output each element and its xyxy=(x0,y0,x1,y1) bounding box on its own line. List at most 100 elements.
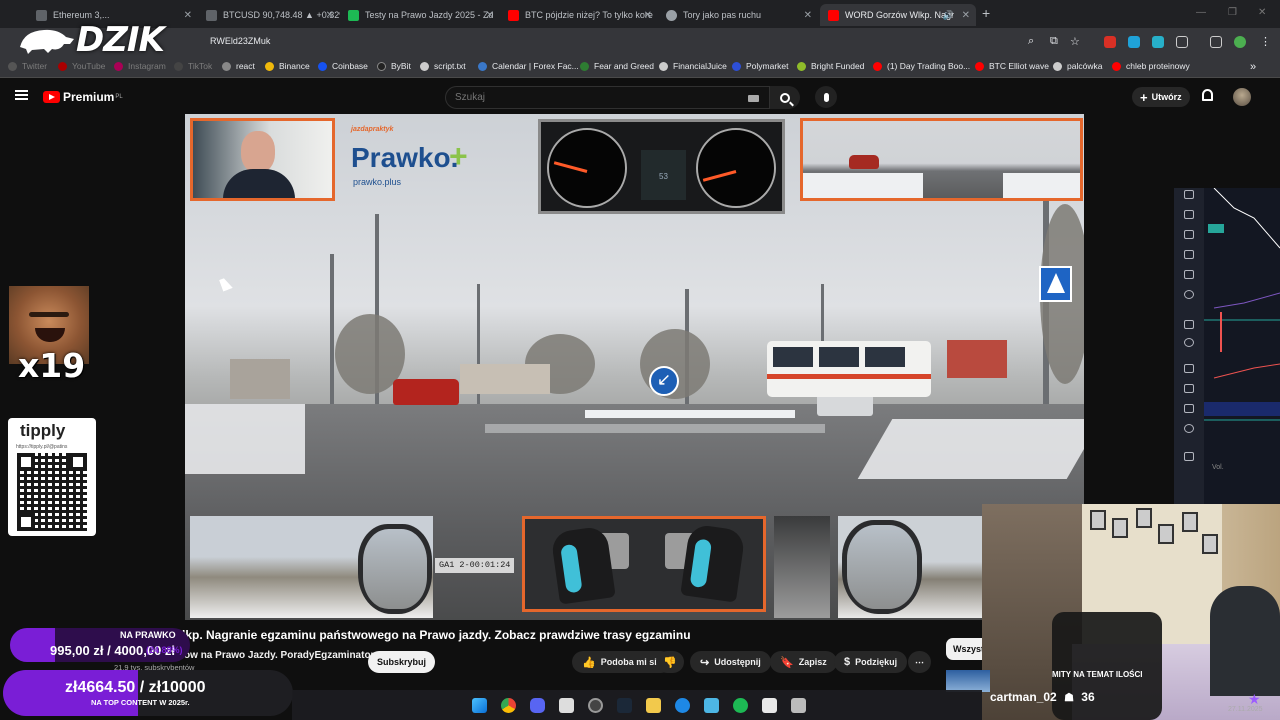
keyboard-icon[interactable] xyxy=(748,95,759,102)
bookmark-item[interactable]: script.txt xyxy=(420,61,466,71)
bookmark-item[interactable]: Bright Funded xyxy=(797,61,864,71)
pedestrian-crossing xyxy=(485,424,825,433)
steam-icon[interactable] xyxy=(617,698,632,713)
more-bookmarks-icon[interactable]: » xyxy=(1250,61,1256,73)
bookmark-item[interactable]: TikTok xyxy=(174,61,212,71)
search-input[interactable] xyxy=(446,87,736,108)
extension-icon[interactable] xyxy=(1152,36,1164,48)
side-mirror xyxy=(842,520,922,614)
browser-tab-active[interactable]: WORD Gorzów Wlkp. Nagr 🔊 ✕ xyxy=(820,4,976,26)
save-button[interactable]: 🔖 Zapisz xyxy=(770,651,837,673)
more-actions-button[interactable]: ⋯ xyxy=(908,651,931,673)
extension-icon[interactable] xyxy=(1104,36,1116,48)
close-tab-icon[interactable]: ✕ xyxy=(184,10,192,21)
search-icon xyxy=(780,92,790,103)
calculator-icon[interactable] xyxy=(791,698,806,713)
bookmark-item[interactable]: react xyxy=(222,61,255,71)
url-field[interactable]: RWEld23ZMuk xyxy=(210,36,270,46)
snow-patch xyxy=(185,404,305,474)
extensions-puzzle-icon[interactable] xyxy=(1176,36,1188,48)
zoom-icon[interactable]: ⌕ xyxy=(1028,35,1034,48)
github-icon xyxy=(420,61,429,71)
new-tab-button[interactable]: + xyxy=(982,5,990,21)
reading-list-icon[interactable] xyxy=(1210,36,1222,48)
bookmark-item[interactable]: Twitter xyxy=(8,61,47,71)
create-button[interactable]: + Utwórz xyxy=(1132,87,1190,107)
gear-shift-camera xyxy=(774,516,830,618)
windows-start-icon[interactable] xyxy=(472,698,487,713)
search-button[interactable] xyxy=(770,86,800,109)
chrome-icon[interactable] xyxy=(501,698,516,713)
youtube-logo[interactable]: Premium PL xyxy=(43,90,123,104)
side-mirror xyxy=(358,524,432,614)
spotify-icon[interactable] xyxy=(733,698,748,713)
qr-corner xyxy=(69,453,87,471)
profile-avatar[interactable] xyxy=(1234,36,1246,48)
minimize-icon[interactable]: — xyxy=(1196,7,1206,18)
subscribe-button[interactable]: Subskrybuj xyxy=(368,651,436,673)
browser-tab[interactable]: BTCUSD 90,748.48 ▲ +0.32% B ✕ xyxy=(198,4,340,26)
bookmark-item[interactable]: Calendar | Forex Fac... xyxy=(478,61,579,71)
qr-corner xyxy=(17,513,35,531)
bookmark-item[interactable]: Polymarket xyxy=(732,61,789,71)
close-tab-icon[interactable]: ✕ xyxy=(644,10,652,21)
close-tab-icon[interactable]: ✕ xyxy=(326,10,334,21)
discord-icon[interactable] xyxy=(530,698,545,713)
app-icon[interactable] xyxy=(762,698,777,713)
extension-icon[interactable] xyxy=(1128,36,1140,48)
bookmark-item[interactable]: BTC Elliot wave xyxy=(975,61,1049,71)
dislike-button[interactable]: 👎 xyxy=(656,651,684,673)
account-avatar[interactable] xyxy=(1233,88,1251,106)
browser-tab[interactable]: BTC pójdzie niżej? To tylko kore ✕ xyxy=(500,4,658,26)
boar-icon xyxy=(20,29,74,54)
video-player[interactable]: ↙ jazdapraktyk Prawko. + prawko.plus 53 … xyxy=(185,114,1084,620)
bookmark-star-icon[interactable]: ☆ xyxy=(1070,35,1080,48)
bookmark-item[interactable]: ByBit xyxy=(377,61,411,71)
bookmark-item[interactable]: Coinbase xyxy=(318,61,368,71)
youtube-play-icon xyxy=(43,91,60,103)
recommended-video-thumbnail[interactable] xyxy=(946,670,990,692)
dashboard-camera: 53 xyxy=(538,119,785,214)
browser-menu-icon[interactable]: ⋮ xyxy=(1260,35,1271,48)
dashboard-display: 53 xyxy=(641,150,686,200)
bus-window xyxy=(773,347,813,367)
share-button[interactable]: ↪ Udostępnij xyxy=(690,651,771,673)
close-tab-icon[interactable]: ✕ xyxy=(804,10,812,21)
youtube-favicon-icon xyxy=(975,61,984,71)
bookmark-item[interactable]: YouTube xyxy=(58,61,105,71)
app-icon[interactable] xyxy=(704,698,719,713)
thanks-button[interactable]: $ Podziękuj xyxy=(834,651,908,673)
notifications-bell-icon[interactable] xyxy=(1202,89,1213,101)
wall-picture xyxy=(1112,518,1128,538)
browser-tab[interactable]: Tory jako pas ruchu ✕ xyxy=(658,4,818,26)
bus-window xyxy=(819,347,859,367)
bookmarks-bar: Twitter YouTube Instagram TikTok react B… xyxy=(0,56,1280,78)
bookmark-item[interactable]: Fear and Greed xyxy=(580,61,654,71)
bookmark-favicon-icon xyxy=(732,61,741,71)
share-icon: ↪ xyxy=(700,656,710,669)
hamburger-menu-icon[interactable] xyxy=(15,90,28,100)
maximize-icon[interactable]: ❐ xyxy=(1228,7,1237,18)
app-icon[interactable] xyxy=(675,698,690,713)
sponsor-logo: jazdapraktyk xyxy=(351,126,394,133)
close-tab-icon[interactable]: ✕ xyxy=(486,10,494,21)
app-icon[interactable] xyxy=(559,698,574,713)
cast-icon[interactable]: ⧉ xyxy=(1050,35,1058,48)
bookmark-item[interactable]: FinancialJuice xyxy=(659,61,727,71)
close-window-icon[interactable]: ✕ xyxy=(1258,7,1266,18)
close-tab-icon[interactable]: ✕ xyxy=(962,10,970,21)
bookmark-item[interactable]: chleb proteinowy xyxy=(1112,61,1190,71)
obs-icon[interactable] xyxy=(588,698,603,713)
browser-tab[interactable]: Testy na Prawo Jazdy 2025 - Zd ✕ xyxy=(340,4,500,26)
audio-playing-icon[interactable]: 🔊 xyxy=(943,10,954,21)
right-shoe xyxy=(680,523,746,603)
bookmark-item[interactable]: palcówka xyxy=(1053,61,1102,71)
voice-search-button[interactable] xyxy=(815,86,837,108)
bookmark-item[interactable]: Instagram xyxy=(114,61,166,71)
keep-left-sign-icon: ↙ xyxy=(649,366,679,396)
bookmark-item[interactable]: Binance xyxy=(265,61,310,71)
bookmark-item[interactable]: (1) Day Trading Boo... xyxy=(873,61,970,71)
recommended-video-title[interactable]: MITY NA TEMAT ILOŚCI xyxy=(1052,670,1143,679)
file-explorer-icon[interactable] xyxy=(646,698,661,713)
streamer-webcam xyxy=(982,504,1280,720)
